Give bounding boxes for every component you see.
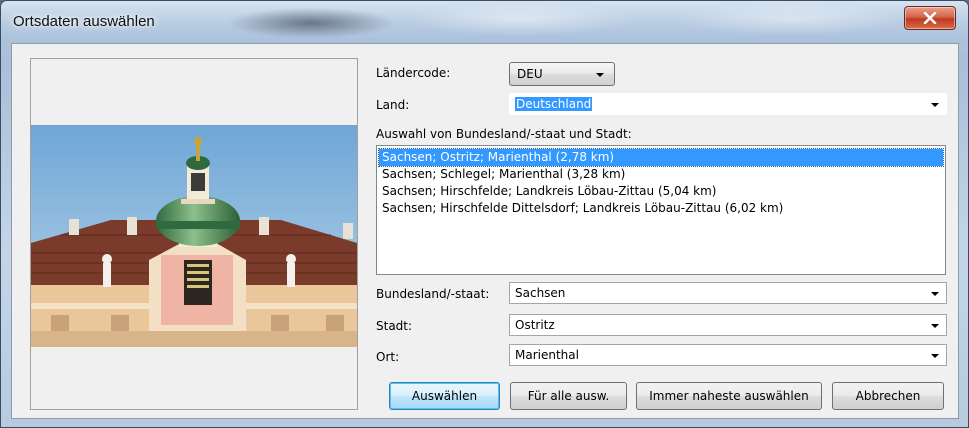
land-value: Deutschland <box>515 97 593 111</box>
location-listbox[interactable]: Sachsen; Ostritz; Marienthal (2,78 km) S… <box>376 145 946 275</box>
title-bar[interactable]: Ortsdaten auswählen <box>1 1 968 43</box>
fuer-alle-button[interactable]: Für alle ausw. <box>510 382 627 410</box>
chevron-down-icon[interactable] <box>931 324 939 328</box>
stadt-label: Stadt: <box>376 319 413 333</box>
location-photo <box>31 125 357 347</box>
bundesland-combobox[interactable]: Sachsen <box>509 282 947 304</box>
list-item[interactable]: Sachsen; Ostritz; Marienthal (2,78 km) <box>378 148 944 167</box>
laendercode-select[interactable]: DEU <box>509 62 615 86</box>
ort-value: Marienthal <box>515 348 579 362</box>
list-item[interactable]: Sachsen; Hirschfelde; Landkreis Löbau-Zi… <box>379 183 943 200</box>
chevron-down-icon[interactable] <box>931 103 939 107</box>
stadt-value: Ostritz <box>515 318 555 332</box>
abbrechen-button[interactable]: Abbrechen <box>832 382 944 410</box>
close-button[interactable] <box>904 6 956 30</box>
chevron-down-icon <box>596 73 604 77</box>
bundesland-value: Sachsen <box>515 286 566 300</box>
chevron-down-icon[interactable] <box>931 292 939 296</box>
dialog-content: Ländercode: DEU Land: Deutschland Auswah… <box>11 43 959 419</box>
ort-label: Ort: <box>376 350 400 364</box>
stadt-combobox[interactable]: Ostritz <box>509 314 947 336</box>
land-label: Land: <box>376 98 410 112</box>
selection-heading: Auswahl von Bundesland/-staat und Stadt: <box>376 127 632 141</box>
immer-naheste-button[interactable]: Immer naheste auswählen <box>636 382 822 410</box>
bundesland-label: Bundesland/-staat: <box>376 287 490 301</box>
chevron-down-icon[interactable] <box>931 354 939 358</box>
auswaehlen-button[interactable]: Auswählen <box>389 382 500 410</box>
list-item[interactable]: Sachsen; Schlegel; Marienthal (3,28 km) <box>379 166 943 183</box>
land-combobox[interactable]: Deutschland <box>509 93 947 115</box>
list-item[interactable]: Sachsen; Hirschfelde Dittelsdorf; Landkr… <box>379 200 943 217</box>
window-title: Ortsdaten auswählen <box>13 13 155 30</box>
photo-preview-panel <box>30 58 358 410</box>
laendercode-label: Ländercode: <box>376 66 451 80</box>
dialog-window: Ortsdaten auswählen Ländercode: DEU Land… <box>0 0 969 428</box>
ort-combobox[interactable]: Marienthal <box>509 344 947 366</box>
close-icon <box>923 12 937 24</box>
laendercode-value: DEU <box>517 67 543 81</box>
